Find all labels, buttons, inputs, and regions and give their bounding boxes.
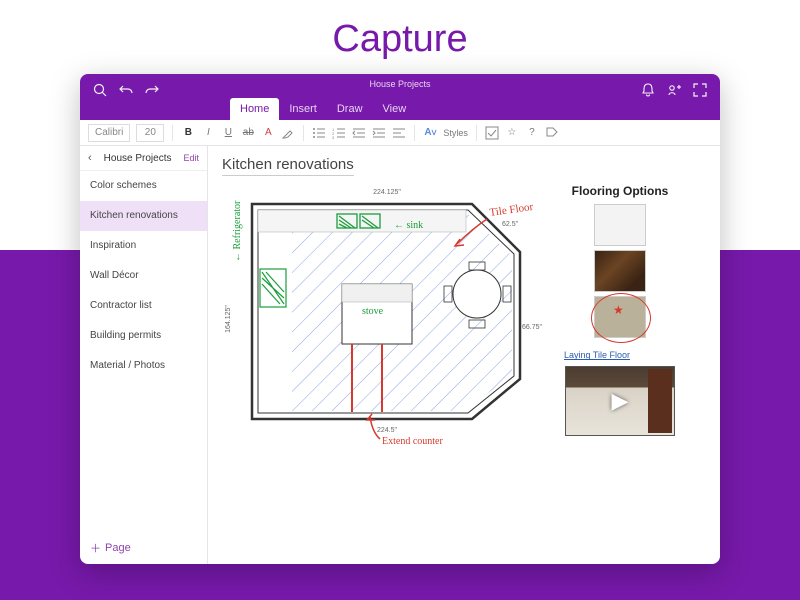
dim-bottom: 224.5" bbox=[377, 427, 398, 434]
add-page-label: Page bbox=[105, 542, 131, 554]
styles-label: Styles bbox=[443, 128, 468, 138]
annotation-extend-counter: Extend counter bbox=[382, 436, 443, 447]
page-sidebar: ‹ House Projects Edit Color schemes Kitc… bbox=[80, 146, 208, 564]
annotation-sink: ← sink bbox=[394, 220, 423, 231]
annotation-refrigerator: ← Refrigerator bbox=[232, 200, 243, 262]
align-icon[interactable] bbox=[392, 126, 406, 140]
dim-right: 66.75" bbox=[522, 324, 543, 331]
share-icon[interactable] bbox=[666, 82, 682, 98]
tab-draw[interactable]: Draw bbox=[327, 98, 373, 120]
video-thumbnail[interactable]: ▶ bbox=[565, 366, 675, 436]
flooring-swatch-tile-selected[interactable]: ★ bbox=[594, 296, 646, 338]
styles-icon[interactable]: Aᐯ bbox=[423, 126, 437, 140]
fullscreen-icon[interactable] bbox=[692, 82, 708, 98]
sidebar-item-building-permits[interactable]: Building permits bbox=[80, 321, 207, 351]
selection-circle-icon bbox=[591, 293, 651, 343]
tag-star-icon[interactable]: ☆ bbox=[505, 126, 519, 140]
sidebar-item-material-photos[interactable]: Material / Photos bbox=[80, 351, 207, 381]
more-tags-icon[interactable] bbox=[545, 126, 559, 140]
hero-title: Capture bbox=[0, 0, 800, 73]
bell-icon[interactable] bbox=[640, 82, 656, 98]
laying-tile-link[interactable]: Laying Tile Floor bbox=[564, 350, 630, 360]
annotation-stove: stove bbox=[362, 306, 384, 317]
back-icon[interactable]: ‹ bbox=[88, 152, 92, 164]
app-window: House Projects Home Insert Draw View Cal… bbox=[80, 74, 720, 564]
ribbon: Calibri 20 B I U ab A 123 Aᐯ Styles ☆ ? bbox=[80, 120, 720, 146]
doc-title: House Projects bbox=[80, 79, 720, 89]
underline-icon[interactable]: U bbox=[221, 126, 235, 140]
floor-plan-drawing[interactable]: 224.125" 164.125" 66.75" 62.5" 224.5" bbox=[222, 184, 552, 454]
edit-button[interactable]: Edit bbox=[183, 153, 199, 163]
ribbon-tabs: Home Insert Draw View bbox=[230, 98, 416, 120]
dim-diag: 62.5" bbox=[502, 221, 519, 228]
sidebar-item-color-schemes[interactable]: Color schemes bbox=[80, 171, 207, 201]
notebook-title[interactable]: House Projects bbox=[104, 153, 172, 164]
selection-star-icon: ★ bbox=[613, 303, 624, 317]
play-icon: ▶ bbox=[612, 388, 629, 414]
highlight-icon[interactable] bbox=[281, 126, 295, 140]
note-canvas[interactable]: Kitchen renovations 224.125" 164.125" 66… bbox=[208, 146, 720, 564]
sidebar-item-contractor-list[interactable]: Contractor list bbox=[80, 291, 207, 321]
flooring-swatch-marble[interactable] bbox=[594, 204, 646, 246]
bullets-icon[interactable] bbox=[312, 126, 326, 140]
font-name-select[interactable]: Calibri bbox=[88, 124, 130, 142]
font-size-select[interactable]: 20 bbox=[136, 124, 164, 142]
outdent-icon[interactable] bbox=[352, 126, 366, 140]
add-page-button[interactable]: ＋ Page bbox=[80, 532, 207, 564]
flooring-heading: Flooring Options bbox=[572, 184, 669, 198]
font-color-icon[interactable]: A bbox=[261, 126, 275, 140]
numbering-icon[interactable]: 123 bbox=[332, 126, 346, 140]
sidebar-item-wall-decor[interactable]: Wall Décor bbox=[80, 261, 207, 291]
tab-view[interactable]: View bbox=[373, 98, 417, 120]
plus-icon: ＋ bbox=[90, 540, 101, 556]
tag-question-icon[interactable]: ? bbox=[525, 126, 539, 140]
dim-top: 224.125" bbox=[373, 189, 401, 196]
svg-text:3: 3 bbox=[332, 135, 335, 140]
page-list: Color schemes Kitchen renovations Inspir… bbox=[80, 171, 207, 532]
strikethrough-icon[interactable]: ab bbox=[241, 126, 255, 140]
page-title[interactable]: Kitchen renovations bbox=[222, 156, 354, 176]
sidebar-item-inspiration[interactable]: Inspiration bbox=[80, 231, 207, 261]
todo-icon[interactable] bbox=[485, 126, 499, 140]
indent-icon[interactable] bbox=[372, 126, 386, 140]
bold-icon[interactable]: B bbox=[181, 126, 195, 140]
annotation-tile-floor: Tile Floor bbox=[489, 201, 534, 219]
tab-home[interactable]: Home bbox=[230, 98, 279, 120]
dim-left: 164.125" bbox=[225, 305, 232, 333]
flooring-swatch-wood[interactable] bbox=[594, 250, 646, 292]
title-bar: House Projects Home Insert Draw View bbox=[80, 74, 720, 120]
tab-insert[interactable]: Insert bbox=[279, 98, 327, 120]
flooring-options-panel: Flooring Options ★ Laying Tile Floor ▶ bbox=[560, 184, 680, 454]
sidebar-item-kitchen-renovations[interactable]: Kitchen renovations bbox=[80, 201, 207, 231]
italic-icon[interactable]: I bbox=[201, 126, 215, 140]
